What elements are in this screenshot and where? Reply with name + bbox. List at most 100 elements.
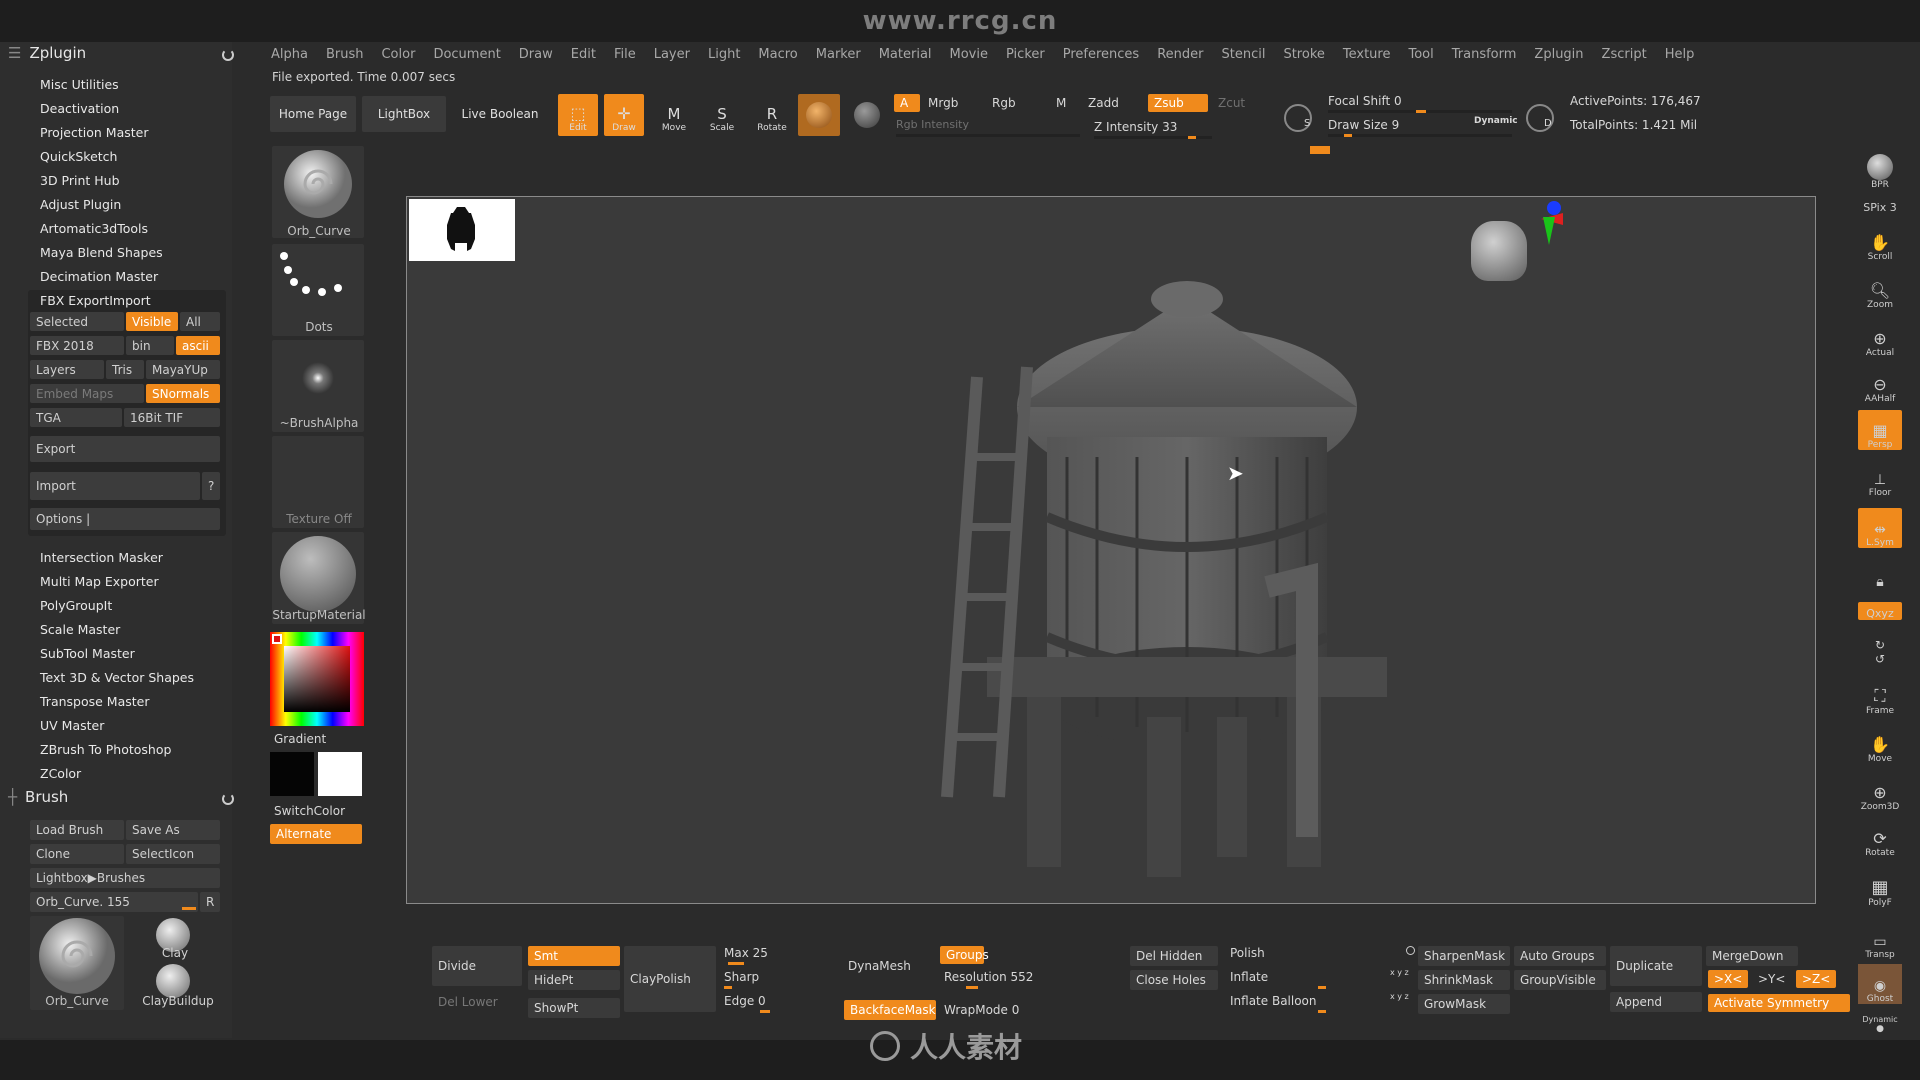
water-tower-model[interactable] — [887, 157, 1507, 877]
close-holes-button[interactable]: Close Holes — [1130, 970, 1218, 990]
home-page-button[interactable]: Home Page — [270, 96, 356, 132]
gradient-button[interactable]: Gradient — [274, 732, 326, 746]
transp-button[interactable]: ▭ Transp — [1858, 920, 1902, 960]
plugin-item[interactable]: Text 3D & Vector Shapes — [40, 670, 194, 685]
fbx-tga-button[interactable]: TGA — [30, 408, 122, 427]
zcut-button[interactable]: Zcut — [1218, 96, 1245, 110]
claypolish-button[interactable]: ClayPolish — [624, 946, 716, 1012]
zoom-button[interactable]: 🔍︎ Zoom — [1858, 270, 1902, 310]
symmetry-y-button[interactable]: >Y< — [1752, 970, 1792, 988]
plugin-item[interactable]: Deactivation — [40, 101, 119, 116]
dynamesh-button[interactable]: DynaMesh — [842, 956, 936, 976]
menu-zplugin[interactable]: Zplugin — [1525, 44, 1592, 66]
menu-edit[interactable]: Edit — [562, 44, 605, 66]
fbx-all-button[interactable]: All — [180, 312, 220, 331]
inflate-balloon-axis-label[interactable]: x y z — [1384, 990, 1418, 1002]
growmask-button[interactable]: GrowMask — [1418, 994, 1510, 1014]
hidept-button[interactable]: HidePt — [528, 970, 620, 990]
menu-zscript[interactable]: Zscript — [1593, 44, 1656, 66]
menu-tool[interactable]: Tool — [1399, 44, 1442, 66]
menu-marker[interactable]: Marker — [807, 44, 870, 66]
fbx-mayayup-button[interactable]: MayaYUp — [146, 360, 220, 379]
plugin-item[interactable]: 3D Print Hub — [40, 173, 120, 188]
plugin-item[interactable]: UV Master — [40, 718, 104, 733]
groupvisible-button[interactable]: GroupVisible — [1514, 970, 1606, 990]
plugin-item[interactable]: QuickSketch — [40, 149, 117, 164]
menu-preferences[interactable]: Preferences — [1054, 44, 1148, 66]
divide-button[interactable]: Divide — [432, 946, 522, 986]
max-slider[interactable]: Max 25 — [718, 944, 838, 962]
lsym-button[interactable]: ⇹ L.Sym — [1858, 508, 1902, 548]
plugin-item[interactable]: Decimation Master — [40, 269, 158, 284]
dynamic-button[interactable]: Dynamic — [1474, 116, 1518, 126]
symmetry-x-button[interactable]: >X< — [1708, 970, 1748, 988]
brush-palette-header[interactable]: ┼ Brush — [8, 788, 68, 806]
plugin-item[interactable]: Multi Map Exporter — [40, 574, 159, 589]
menu-color[interactable]: Color — [372, 44, 424, 66]
zplugin-header[interactable]: ☰ Zplugin — [8, 44, 86, 62]
actual-button[interactable]: ⊕ Actual — [1858, 318, 1902, 358]
rotation-axis-buttons[interactable]: ↻ ↺ — [1858, 626, 1902, 666]
plugin-item[interactable]: Scale Master — [40, 622, 120, 637]
orientation-head-icon[interactable] — [1471, 221, 1527, 281]
inflate-axis-label[interactable]: x y z — [1384, 966, 1418, 978]
plugin-item[interactable]: Intersection Masker — [40, 550, 163, 565]
menu-movie[interactable]: Movie — [941, 44, 997, 66]
lightbox-brushes-button[interactable]: Lightbox▶Brushes — [30, 868, 220, 888]
polish-slider[interactable]: Polish — [1224, 944, 1414, 962]
frame-button[interactable]: ⛶ Frame — [1858, 676, 1902, 716]
menu-transform[interactable]: Transform — [1443, 44, 1526, 66]
inflate-slider[interactable]: Inflate — [1224, 968, 1384, 986]
claybuildup-brush-icon[interactable] — [156, 964, 190, 998]
plugin-item[interactable]: Projection Master — [40, 125, 148, 140]
menu-material[interactable]: Material — [870, 44, 941, 66]
color-saturation-square[interactable] — [284, 646, 350, 712]
rotate-button[interactable]: R Rotate — [752, 94, 792, 136]
menu-help[interactable]: Help — [1656, 44, 1704, 66]
wrapmode-slider[interactable]: WrapMode 0 — [938, 1000, 1078, 1020]
fbx-export-button[interactable]: Export — [30, 436, 220, 462]
spix-slider[interactable]: SPix 3 — [1858, 192, 1902, 214]
load-brush-button[interactable]: Load Brush — [30, 820, 124, 840]
brush-reset-button[interactable]: R — [200, 892, 220, 912]
fbx-title[interactable]: FBX ExportImport — [40, 293, 151, 308]
a-button[interactable]: A — [894, 94, 920, 112]
switchcolor-button[interactable]: SwitchColor — [274, 804, 345, 818]
menu-file[interactable]: File — [605, 44, 645, 66]
menu-light[interactable]: Light — [699, 44, 749, 66]
zadd-button[interactable]: Zadd — [1088, 96, 1119, 110]
menu-layer[interactable]: Layer — [645, 44, 699, 66]
smt-button[interactable]: Smt — [528, 946, 620, 966]
persp-button[interactable]: ▦ Persp — [1858, 410, 1902, 450]
showpt-button[interactable]: ShowPt — [528, 998, 620, 1018]
resolution-slider[interactable]: Resolution 552 — [938, 968, 1126, 986]
fbx-layers-button[interactable]: Layers — [30, 360, 104, 379]
save-as-button[interactable]: Save As — [126, 820, 220, 840]
plugin-item[interactable]: PolyGroupIt — [40, 598, 112, 613]
primary-color-swatch[interactable] — [318, 752, 362, 796]
groups-button[interactable]: Groups — [940, 946, 989, 964]
draw-size-slider[interactable]: Draw Size 9 — [1328, 118, 1399, 132]
rgb-intensity-slider[interactable]: Rgb Intensity — [896, 118, 969, 131]
menu-document[interactable]: Document — [424, 44, 509, 66]
navigation-thumbnail[interactable] — [409, 199, 515, 261]
fbx-tris-button[interactable]: Tris — [106, 360, 144, 379]
polyf-button[interactable]: ▦ PolyF — [1858, 866, 1902, 908]
fbx-import-button[interactable]: Import — [30, 472, 200, 500]
plugin-item[interactable]: Transpose Master — [40, 694, 149, 709]
plugin-item[interactable]: Maya Blend Shapes — [40, 245, 163, 260]
plugin-item[interactable]: Artomatic3dTools — [40, 221, 148, 236]
focal-shift-slider[interactable]: Focal Shift 0 — [1328, 94, 1402, 108]
plugin-item[interactable]: ZColor — [40, 766, 81, 781]
zoom3d-button[interactable]: ⊕ Zoom3D — [1858, 772, 1902, 812]
fbx-ascii-button[interactable]: ascii — [176, 336, 220, 355]
menu-draw[interactable]: Draw — [510, 44, 562, 66]
brush-size-slider[interactable]: Orb_Curve. 155 — [30, 892, 198, 912]
scroll-button[interactable]: ✋ Scroll — [1858, 222, 1902, 262]
refresh-icon[interactable] — [222, 49, 234, 61]
backfacemask-button[interactable]: BackfaceMask — [844, 1000, 936, 1020]
ghost-button[interactable]: ◉ Ghost — [1858, 964, 1902, 1004]
sharpenmask-button[interactable]: SharpenMask — [1418, 946, 1510, 966]
polish-toggle-icon[interactable] — [1406, 946, 1415, 955]
select-icon-button[interactable]: SelectIcon — [126, 844, 220, 864]
